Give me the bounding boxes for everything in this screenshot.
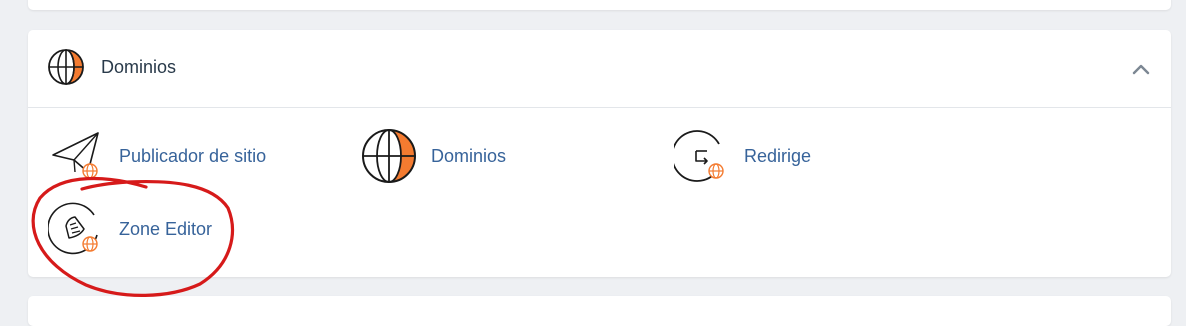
tool-redirige[interactable]: Redirige	[674, 128, 834, 188]
domains-section-header[interactable]: Dominios	[28, 30, 1171, 108]
zone-editor-rocket-icon	[48, 202, 98, 255]
next-section-card	[28, 296, 1171, 326]
tool-label[interactable]: Publicador de sitio	[119, 146, 266, 167]
tool-publicador-de-sitio[interactable]: Publicador de sitio	[50, 128, 280, 188]
redirect-arrow-icon	[674, 130, 724, 182]
paper-plane-globe-icon	[52, 132, 99, 179]
tool-dominios[interactable]: Dominios	[361, 128, 521, 188]
tool-label[interactable]: Redirige	[744, 146, 811, 167]
previous-section-card	[28, 0, 1171, 10]
globe-icon	[48, 49, 84, 85]
tool-label[interactable]: Dominios	[431, 146, 506, 167]
chevron-up-icon[interactable]	[1130, 58, 1152, 80]
globe-icon	[362, 129, 416, 183]
tool-zone-editor[interactable]: Zone Editor	[48, 202, 228, 258]
section-title: Dominios	[101, 57, 177, 77]
tool-label[interactable]: Zone Editor	[119, 219, 212, 240]
domains-section-card: Dominios Publicador de sitio Dominios Re…	[28, 30, 1171, 277]
